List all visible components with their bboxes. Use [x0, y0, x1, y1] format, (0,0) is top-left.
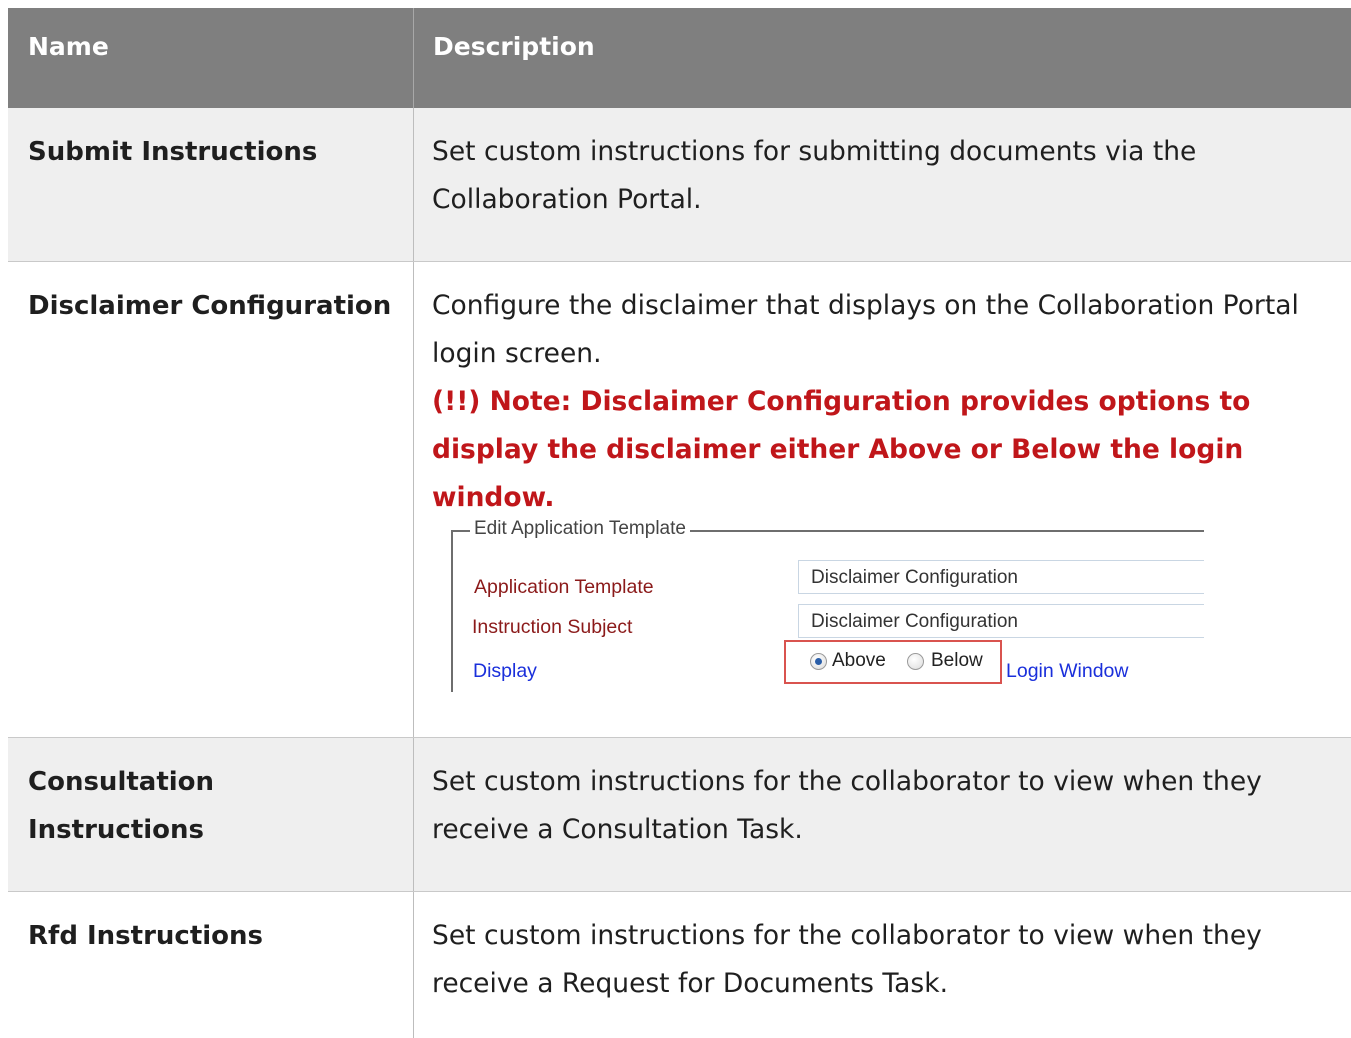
- row-description: Set custom instructions for the collabor…: [432, 920, 1262, 999]
- instruction-subject-field: Disclaimer Configuration: [798, 604, 1204, 638]
- row-name: Submit Instructions: [28, 137, 318, 167]
- login-window-label: Login Window: [1006, 660, 1129, 682]
- application-template-label: Application Template: [474, 576, 654, 598]
- row-name: Rfd Instructions: [28, 921, 264, 951]
- row-description: Configure the disclaimer that displays o…: [432, 290, 1299, 369]
- edit-application-template-screenshot: Edit Application Template Application Te…: [444, 516, 1204, 692]
- below-radio-label: Below: [931, 650, 983, 671]
- above-radio: [810, 653, 827, 670]
- fieldset-border: [451, 530, 453, 692]
- table-header: Name Description: [8, 8, 1351, 108]
- column-divider: [413, 108, 414, 261]
- display-options-highlight: Above Below: [784, 640, 1002, 684]
- column-divider: [413, 892, 414, 1038]
- header-description: Description: [433, 32, 595, 61]
- table-row: Disclaimer Configuration Configure the d…: [8, 262, 1351, 737]
- column-divider: [413, 8, 414, 108]
- row-name: Consultation Instructions: [28, 767, 215, 845]
- above-radio-label: Above: [832, 650, 886, 671]
- below-radio: [907, 653, 924, 670]
- fieldset-legend: Edit Application Template: [470, 518, 690, 540]
- instruction-subject-label: Instruction Subject: [472, 616, 633, 638]
- column-divider: [413, 738, 414, 891]
- row-name: Disclaimer Configuration: [28, 291, 392, 321]
- row-description: Set custom instructions for submitting d…: [432, 136, 1197, 215]
- header-name: Name: [28, 32, 109, 61]
- display-label: Display: [473, 660, 537, 682]
- row-description: Set custom instructions for the collabor…: [432, 766, 1262, 845]
- application-template-field: Disclaimer Configuration: [798, 560, 1204, 594]
- table-row: Rfd Instructions Set custom instructions…: [8, 892, 1351, 1038]
- table-row: Submit Instructions Set custom instructi…: [8, 108, 1351, 261]
- table-row: Consultation Instructions Set custom ins…: [8, 738, 1351, 891]
- row-note: (!!) Note: Disclaimer Configuration prov…: [432, 386, 1251, 513]
- column-divider: [413, 262, 414, 737]
